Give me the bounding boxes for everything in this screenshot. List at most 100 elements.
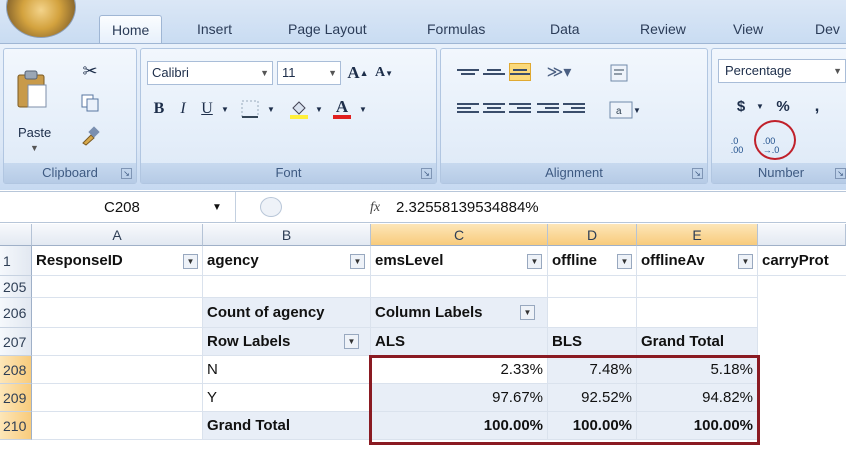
pivot-row-label-n[interactable]: N — [203, 356, 371, 384]
formula-input[interactable]: 2.32558139534884% — [396, 192, 539, 223]
fill-color-icon[interactable] — [285, 97, 313, 121]
align-middle-icon[interactable] — [483, 63, 505, 81]
pivot-header-bls[interactable]: BLS — [548, 328, 637, 356]
tab-data[interactable]: Data — [550, 15, 580, 43]
paste-button[interactable] — [12, 59, 52, 119]
pivot-total-cell[interactable]: 100.00% — [548, 412, 637, 440]
header-cell-agency[interactable]: agency — [203, 246, 371, 276]
row-header[interactable]: 206 — [0, 298, 32, 328]
pivot-value-cell[interactable]: 7.48% — [548, 356, 637, 384]
pivot-value-cell[interactable]: 2.33% — [371, 356, 548, 384]
row-header[interactable]: 210 — [0, 412, 32, 440]
column-header-d[interactable]: D — [548, 224, 637, 246]
font-size-dropdown[interactable]: 11 ▼ — [277, 61, 341, 85]
align-center-icon[interactable] — [483, 99, 505, 117]
chevron-down-icon[interactable]: ▼ — [754, 95, 766, 117]
merge-center-icon[interactable]: a ▼ — [605, 99, 645, 121]
align-right-icon[interactable] — [509, 99, 531, 117]
pivot-value-cell[interactable]: 94.82% — [637, 384, 758, 412]
align-left-icon[interactable] — [457, 99, 479, 117]
align-bottom-icon[interactable] — [509, 63, 531, 81]
bold-icon[interactable]: B — [149, 97, 169, 121]
pivot-grand-total-label[interactable]: Grand Total — [203, 412, 371, 440]
cell[interactable] — [32, 412, 203, 440]
filter-dropdown-icon[interactable]: ▼ — [617, 254, 632, 269]
chevron-down-icon[interactable]: ▼ — [357, 97, 369, 121]
copy-icon[interactable] — [78, 91, 102, 115]
cell[interactable] — [203, 276, 371, 298]
column-header-b[interactable]: B — [203, 224, 371, 246]
office-button[interactable] — [6, 0, 76, 38]
paste-label[interactable]: Paste — [18, 125, 51, 140]
tab-developer[interactable]: Dev — [815, 15, 840, 43]
cell[interactable] — [32, 276, 203, 298]
font-launcher-icon[interactable]: ↘ — [421, 168, 432, 179]
tab-insert[interactable]: Insert — [197, 15, 232, 43]
tab-view[interactable]: View — [733, 15, 763, 43]
tab-home[interactable]: Home — [99, 15, 163, 43]
comma-style-icon[interactable]: , — [806, 95, 828, 117]
increase-indent-icon[interactable] — [563, 99, 585, 117]
italic-icon[interactable]: I — [173, 97, 193, 121]
orientation-icon[interactable]: ≫▾ — [539, 61, 579, 83]
align-top-icon[interactable] — [457, 63, 479, 81]
underline-icon[interactable]: U — [197, 97, 217, 121]
select-all-corner[interactable] — [0, 224, 32, 246]
currency-icon[interactable]: $ — [730, 95, 752, 117]
row-header[interactable]: 205 — [0, 276, 32, 298]
cell[interactable] — [32, 298, 203, 328]
increase-decimal-icon[interactable]: .0 .00 — [724, 133, 750, 159]
cell[interactable] — [548, 276, 637, 298]
grow-font-icon[interactable]: A ▲ — [347, 61, 369, 85]
pivot-header-als[interactable]: ALS — [371, 328, 548, 356]
cell[interactable] — [637, 298, 758, 328]
pivot-header-grand-total[interactable]: Grand Total — [637, 328, 758, 356]
filter-dropdown-icon[interactable]: ▼ — [350, 254, 365, 269]
pivot-total-cell[interactable]: 100.00% — [371, 412, 548, 440]
decrease-decimal-icon[interactable]: .00 →.0 — [758, 133, 784, 159]
column-header-a[interactable]: A — [32, 224, 203, 246]
cell[interactable] — [371, 276, 548, 298]
number-format-dropdown[interactable]: Percentage ▼ — [718, 59, 846, 83]
filter-dropdown-icon[interactable]: ▼ — [344, 334, 359, 349]
column-header-e[interactable]: E — [637, 224, 758, 246]
pivot-row-label-y[interactable]: Y — [203, 384, 371, 412]
tab-page-layout[interactable]: Page Layout — [288, 15, 367, 43]
cell[interactable] — [32, 384, 203, 412]
row-header[interactable]: 1 — [0, 246, 32, 276]
chevron-down-icon[interactable]: ▼ — [219, 97, 231, 121]
row-header[interactable]: 207 — [0, 328, 32, 356]
pivot-total-cell[interactable]: 100.00% — [637, 412, 758, 440]
column-header-c[interactable]: C — [371, 224, 548, 246]
cell[interactable] — [32, 356, 203, 384]
pivot-count-of-agency[interactable]: Count of agency — [203, 298, 371, 328]
paste-dropdown-arrow-icon[interactable]: ▼ — [30, 143, 39, 153]
alignment-launcher-icon[interactable]: ↘ — [692, 168, 703, 179]
chevron-down-icon[interactable]: ▼ — [265, 97, 277, 121]
cell[interactable] — [637, 276, 758, 298]
filter-dropdown-icon[interactable]: ▼ — [520, 305, 535, 320]
wrap-text-icon[interactable] — [607, 61, 631, 85]
cut-icon[interactable]: ✂ — [78, 59, 102, 83]
font-name-dropdown[interactable]: Calibri ▼ — [147, 61, 273, 85]
number-launcher-icon[interactable]: ↘ — [835, 168, 846, 179]
borders-icon[interactable] — [237, 97, 263, 121]
header-cell-emslevel[interactable]: emsLevel — [371, 246, 548, 276]
shrink-font-icon[interactable]: A ▼ — [373, 61, 395, 85]
decrease-indent-icon[interactable] — [537, 99, 559, 117]
column-header-f[interactable] — [758, 224, 846, 246]
tab-review[interactable]: Review — [640, 15, 686, 43]
pivot-value-cell[interactable]: 97.67% — [371, 384, 548, 412]
format-painter-icon[interactable] — [78, 124, 102, 148]
header-cell-carryprot[interactable]: carryProt — [758, 246, 846, 276]
formula-bar-collapse-button[interactable] — [260, 197, 282, 217]
filter-dropdown-icon[interactable]: ▼ — [738, 254, 753, 269]
header-cell-responseid[interactable]: ResponseID — [32, 246, 203, 276]
row-header[interactable]: 209 — [0, 384, 32, 412]
filter-dropdown-icon[interactable]: ▼ — [527, 254, 542, 269]
cell[interactable] — [32, 328, 203, 356]
font-color-icon[interactable]: A — [329, 97, 355, 121]
pivot-value-cell[interactable]: 5.18% — [637, 356, 758, 384]
insert-function-icon[interactable]: fx — [370, 192, 380, 223]
clipboard-launcher-icon[interactable]: ↘ — [121, 168, 132, 179]
